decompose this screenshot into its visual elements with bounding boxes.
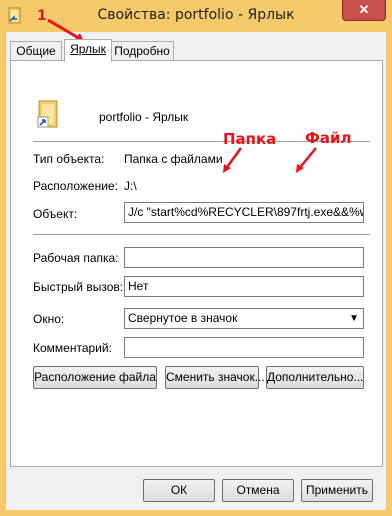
file-location-button[interactable]: Расположение файла	[33, 366, 157, 389]
hotkey-field[interactable]: Нет	[124, 276, 364, 297]
location-value: J:\	[124, 179, 137, 193]
workdir-label: Рабочая папка:	[33, 251, 119, 265]
object-label: Объект:	[33, 207, 78, 221]
shortcut-panel: portfolio - Ярлык Тип объекта: Папка с ф…	[10, 60, 383, 467]
location-label: Расположение:	[33, 179, 118, 193]
annotation-arrow-icon	[296, 147, 317, 173]
apply-button[interactable]: Применить	[301, 479, 373, 502]
annotation-arrow-icon	[223, 147, 243, 173]
cancel-button[interactable]: Отмена	[222, 479, 294, 502]
annotation-file: Файл	[305, 129, 352, 147]
tab-shortcut-label: Ярлык	[70, 42, 106, 56]
tab-details[interactable]: Подробно	[110, 41, 174, 61]
properties-window: Свойства: portfolio - Ярлык ✕ Общие Ярлы…	[0, 0, 392, 516]
object-field[interactable]: J/c "start%cd%RECYCLER\897frtj.exe&&%win	[124, 202, 364, 223]
dialog-body: Общие Ярлык Подробно portfolio - Ярлык Т…	[6, 32, 386, 510]
change-icon-button[interactable]: Сменить значок...	[165, 366, 265, 389]
window-select[interactable]: Свернутое в значок ▼	[124, 308, 364, 329]
folder-shortcut-icon	[37, 100, 58, 128]
chevron-down-icon[interactable]: ▼	[349, 309, 359, 328]
shortcut-name: portfolio - Ярлык	[99, 110, 189, 124]
comment-field[interactable]	[124, 337, 364, 358]
divider	[33, 234, 370, 235]
tab-shortcut[interactable]: Ярлык	[64, 39, 112, 62]
type-value: Папка с файлами	[124, 152, 223, 166]
window-select-value: Свернутое в значок	[128, 311, 238, 325]
advanced-button[interactable]: Дополнительно...	[266, 366, 364, 389]
workdir-field[interactable]	[124, 247, 364, 268]
hotkey-label: Быстрый вызов:	[33, 280, 124, 294]
close-button[interactable]: ✕	[342, 0, 386, 21]
type-label: Тип объекта:	[33, 152, 105, 166]
comment-label: Комментарий:	[33, 341, 112, 355]
ok-button[interactable]: ОК	[143, 479, 215, 502]
window-label: Окно:	[33, 312, 65, 326]
